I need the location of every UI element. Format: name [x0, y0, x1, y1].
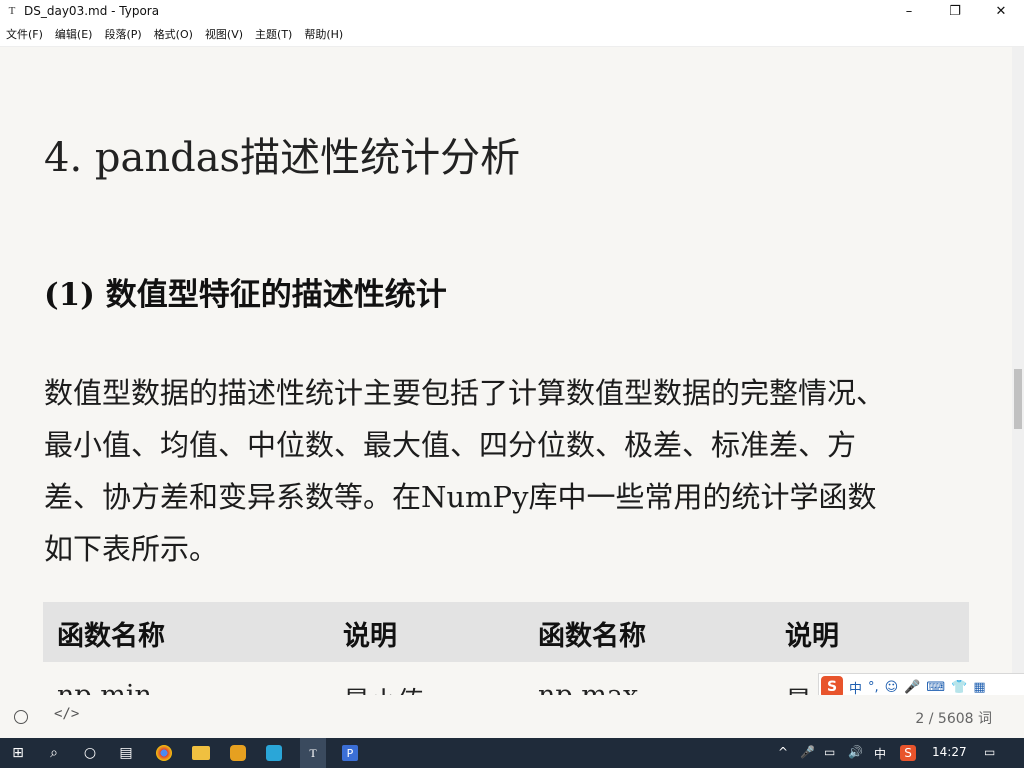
table-header-cell: 说明	[785, 621, 839, 652]
menu-edit[interactable]: 编辑(E)	[49, 26, 99, 42]
table-cell: np.min	[57, 680, 152, 695]
table-cell: 最小值	[343, 680, 424, 695]
status-bar: </> 2 / 5608 词	[0, 695, 1024, 738]
tray-mic-icon[interactable]: 🎤	[800, 745, 815, 759]
typora-app-icon: T	[8, 5, 16, 17]
tray-clock[interactable]: 14:27	[932, 745, 967, 759]
close-button[interactable]: ✕	[978, 0, 1024, 22]
app-icon[interactable]	[266, 745, 282, 761]
paragraph-line: 数值型数据的描述性统计主要包括了计算数值型数据的完整情况、	[44, 376, 886, 410]
menu-help[interactable]: 帮助(H)	[298, 26, 349, 42]
tray-volume-icon[interactable]: 🔊	[848, 745, 863, 759]
vertical-scrollbar[interactable]	[1012, 47, 1024, 695]
outline-toggle-icon[interactable]	[14, 710, 28, 724]
table-header-cell: 说明	[343, 621, 397, 652]
tray-chevron-icon[interactable]: ^	[778, 745, 788, 759]
source-code-toggle-icon[interactable]: </>	[54, 706, 79, 722]
paragraph-line: 差、协方差和变异系数等。在NumPy库中一些常用的统计学函数	[44, 480, 877, 514]
word-count[interactable]: 2 / 5608 词	[915, 708, 992, 728]
search-icon[interactable]: ⌕	[44, 743, 64, 763]
heading-3: (1) 数值型特征的描述性统计	[44, 277, 447, 313]
tray-monitor-icon[interactable]: ▭	[824, 745, 835, 759]
typora-taskbar-icon[interactable]: T	[300, 738, 326, 768]
menu-view[interactable]: 视图(V)	[199, 26, 249, 42]
table-header-cell: 函数名称	[57, 621, 165, 652]
scrollbar-thumb[interactable]	[1014, 369, 1022, 429]
windows-taskbar: ⊞ ⌕ ○ ▤ T P ^ 🎤 ▭ 🔊 中 S 14:27 ▭	[0, 738, 1024, 768]
paragraph-line: 如下表所示。	[44, 532, 219, 566]
ime-toolbox-icon[interactable]: ▦	[973, 680, 985, 695]
table-header-cell: 函数名称	[538, 621, 646, 652]
app-icon[interactable]	[230, 745, 246, 761]
title-bar: T DS_day03.md - Typora – ❐ ✕	[0, 0, 1024, 22]
task-view-icon[interactable]: ▤	[116, 743, 136, 763]
paragraph-line: 最小值、均值、中位数、最大值、四分位数、极差、标准差、方	[44, 428, 857, 462]
editor-content[interactable]: 4. pandas描述性统计分析 (1) 数值型特征的描述性统计 数值型数据的描…	[0, 47, 1012, 695]
maximize-button[interactable]: ❐	[932, 0, 978, 22]
ime-emoji-icon[interactable]: ☺	[885, 680, 899, 695]
paragraph: 数值型数据的描述性统计主要包括了计算数值型数据的完整情况、 最小值、均值、中位数…	[44, 367, 964, 575]
tray-language[interactable]: 中	[874, 745, 886, 762]
app-icon[interactable]: P	[342, 745, 358, 761]
menu-bar: 文件(F) 编辑(E) 段落(P) 格式(O) 视图(V) 主题(T) 帮助(H…	[0, 22, 1024, 47]
table-header-row: 函数名称 说明 函数名称 说明	[43, 602, 969, 662]
heading-1: 4. pandas描述性统计分析	[44, 135, 521, 181]
minimize-button[interactable]: –	[886, 0, 932, 22]
start-icon[interactable]: ⊞	[8, 743, 28, 763]
ime-skin-icon[interactable]: 👕	[951, 680, 967, 695]
cortana-icon[interactable]: ○	[80, 743, 100, 763]
tray-ime-icon[interactable]: S	[900, 745, 916, 761]
ime-voice-icon[interactable]: 🎤	[904, 680, 920, 695]
chrome-icon[interactable]	[156, 745, 172, 761]
menu-format[interactable]: 格式(O)	[148, 26, 199, 42]
menu-paragraph[interactable]: 段落(P)	[98, 26, 147, 42]
file-explorer-icon[interactable]	[192, 746, 210, 760]
table-cell: np.max	[538, 680, 638, 695]
action-center-icon[interactable]: ▭	[984, 745, 995, 759]
ime-chinese-mode[interactable]: 中	[849, 678, 862, 697]
ime-punctuation-icon[interactable]: °,	[868, 680, 879, 695]
ime-keyboard-icon[interactable]: ⌨	[926, 680, 945, 695]
menu-theme[interactable]: 主题(T)	[249, 26, 298, 42]
window-controls: – ❐ ✕	[886, 0, 1024, 22]
menu-file[interactable]: 文件(F)	[0, 26, 49, 42]
window-title: DS_day03.md - Typora	[24, 4, 160, 18]
